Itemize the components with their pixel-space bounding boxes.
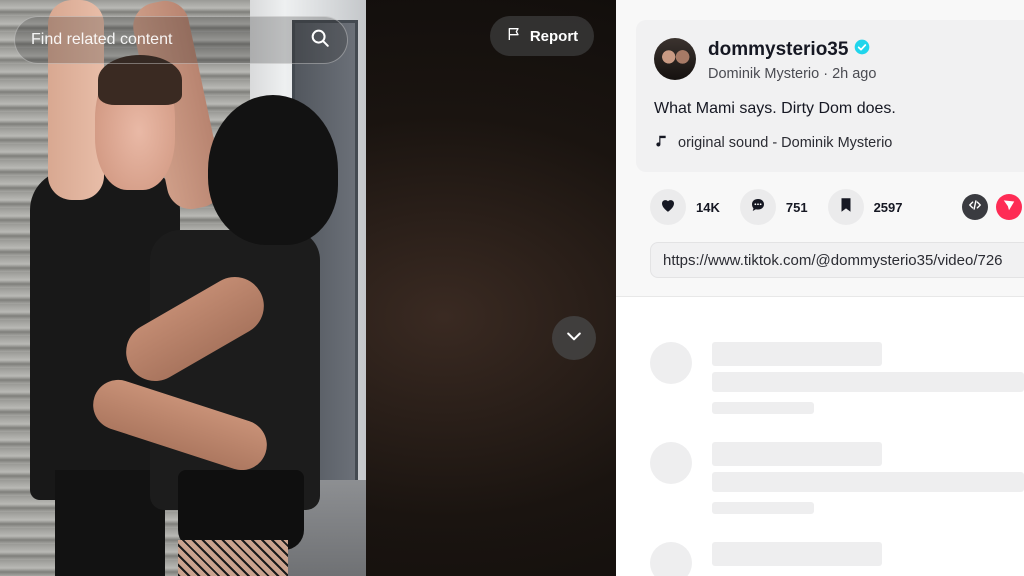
comment-skeleton-avatar (650, 542, 692, 576)
search-input[interactable] (31, 31, 309, 49)
flag-icon (506, 26, 522, 46)
embed-code-icon (968, 198, 982, 217)
heart-icon (659, 196, 677, 219)
search-bar[interactable] (14, 16, 348, 64)
comment-skeleton-line (712, 442, 882, 466)
comment-skeleton-line (712, 472, 1024, 492)
person-left-legs (55, 470, 165, 576)
action-bar: 14K 751 2597 (650, 189, 922, 225)
comment-skeleton-avatar (650, 442, 692, 484)
next-video-button[interactable] (552, 316, 596, 360)
video-details-panel: dommysterio35 Dominik Mysterio · 2h ago … (616, 0, 1024, 576)
like-button[interactable] (650, 189, 686, 225)
sound-link[interactable]: original sound - Dominik Mysterio (654, 134, 892, 152)
comment-action[interactable]: 751 (739, 189, 808, 225)
person-right-fishnets (178, 540, 288, 576)
comment-skeleton-line (712, 342, 882, 366)
music-note-icon (654, 134, 668, 152)
comment-skeleton-avatar (650, 342, 692, 384)
report-label: Report (529, 27, 579, 45)
person-right-hair (208, 95, 338, 245)
report-button[interactable]: Report (490, 16, 594, 56)
author-display-name: Dominik Mysterio (708, 66, 820, 82)
post-time: 2h ago (832, 66, 877, 82)
comment-skeleton-line (712, 402, 814, 414)
verified-badge-icon (854, 39, 870, 61)
search-icon[interactable] (309, 27, 331, 54)
like-action[interactable]: 14K (650, 189, 720, 225)
like-count: 14K (696, 199, 720, 215)
send-button[interactable] (996, 194, 1022, 220)
author-info-card: dommysterio35 Dominik Mysterio · 2h ago … (636, 20, 1024, 172)
save-button[interactable] (827, 189, 864, 225)
comment-skeleton-line (712, 372, 1024, 392)
share-url-text[interactable]: https://www.tiktok.com/@dommysterio35/vi… (663, 252, 1003, 269)
video-caption: What Mami says. Dirty Dom does. (654, 100, 896, 117)
comments-loading-area (616, 297, 1024, 576)
send-icon (1002, 198, 1016, 217)
chevron-down-icon (564, 326, 584, 351)
share-url-field[interactable]: https://www.tiktok.com/@dommysterio35/vi… (650, 242, 1024, 278)
comment-skeleton-line (712, 542, 882, 566)
video-frame[interactable] (0, 0, 366, 576)
username-text[interactable]: dommysterio35 (708, 39, 848, 61)
video-player[interactable]: Report (0, 0, 616, 576)
save-count: 2597 (873, 199, 903, 215)
bookmark-icon (837, 196, 855, 219)
comment-icon (749, 196, 767, 219)
comment-button[interactable] (739, 189, 776, 225)
embed-button[interactable] (962, 194, 988, 220)
sound-name[interactable]: original sound - Dominik Mysterio (678, 135, 892, 151)
comment-count: 751 (785, 199, 808, 215)
subline-separator: · (819, 66, 833, 82)
save-action[interactable]: 2597 (827, 189, 903, 225)
person-right-shorts (178, 470, 304, 550)
author-username[interactable]: dommysterio35 (708, 39, 870, 61)
comment-skeleton-line (712, 502, 814, 514)
author-subline: Dominik Mysterio · 2h ago (708, 66, 876, 82)
avatar[interactable] (654, 38, 696, 80)
